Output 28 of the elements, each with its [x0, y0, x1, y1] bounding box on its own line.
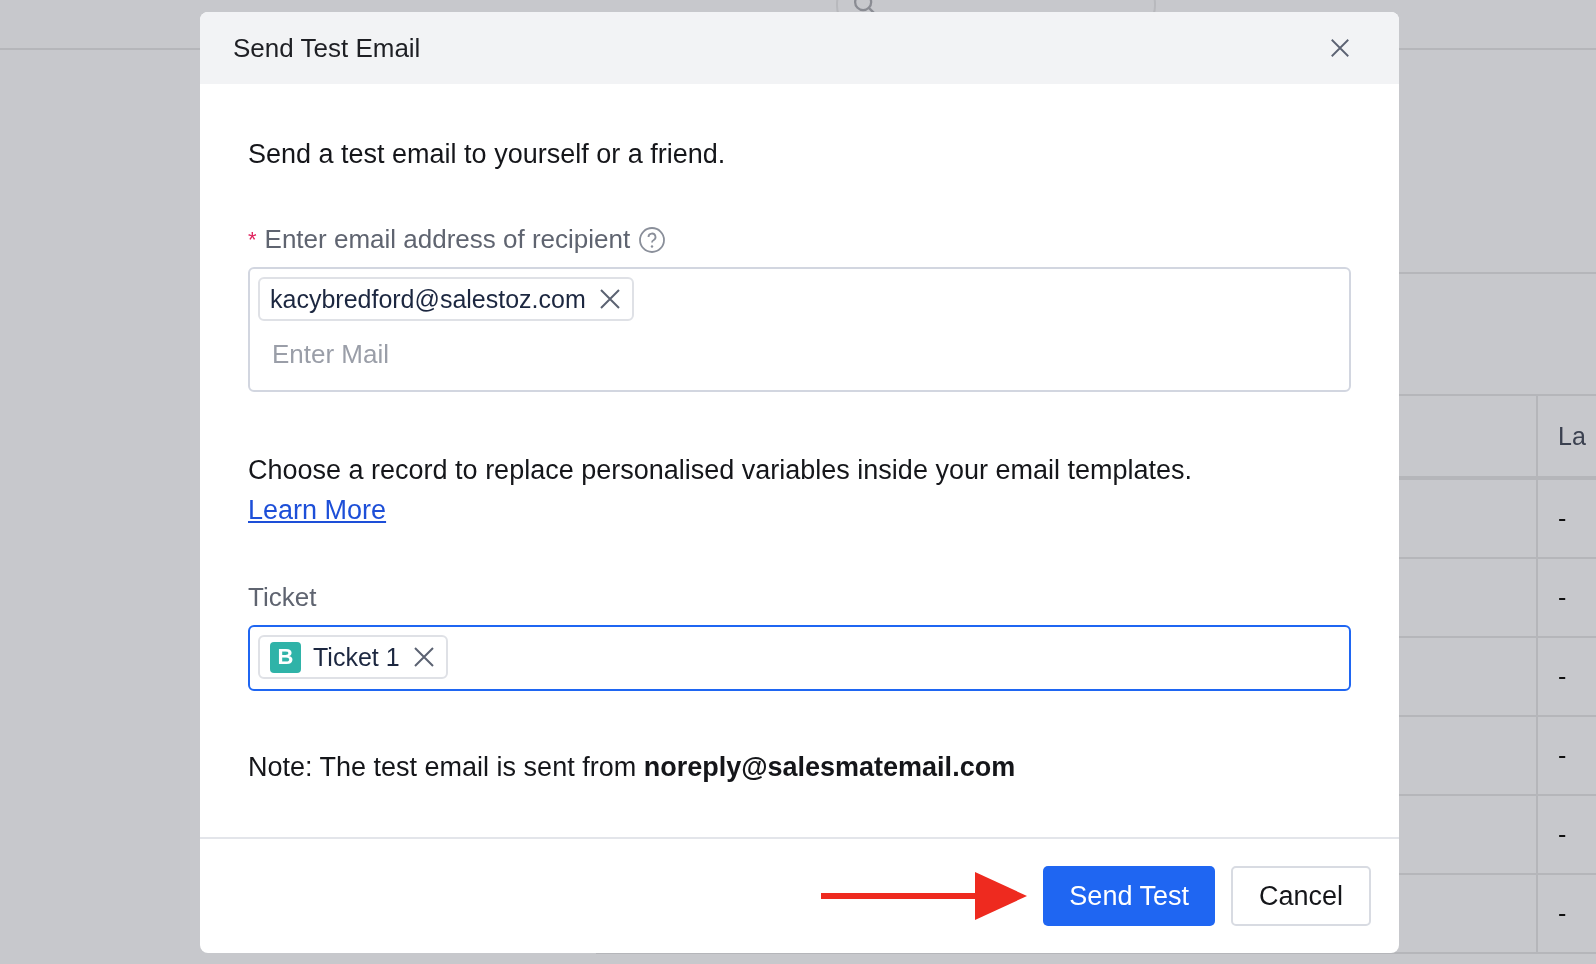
record-hint: Choose a record to replace personalised variables inside your email templates. [248, 454, 1193, 487]
close-icon [411, 645, 436, 669]
remove-chip-button[interactable] [597, 287, 622, 311]
chip-label: Ticket 1 [313, 642, 400, 672]
send-button[interactable]: Send Test [1043, 866, 1215, 926]
column-header: La [1536, 396, 1596, 476]
table-cell: - [1536, 875, 1596, 952]
email-field[interactable]: kacybredford@salestoz.com Enter Mail [248, 267, 1351, 392]
table-cell: - [1536, 559, 1596, 636]
field-label: Ticket [248, 582, 317, 613]
table-cell: - [1536, 717, 1596, 794]
dialog-title: Send Test Email [233, 32, 421, 64]
remove-chip-button[interactable] [411, 645, 436, 669]
close-icon [597, 287, 622, 311]
required-mark: * [248, 226, 257, 253]
field-label: Enter email address of recipient [264, 224, 631, 255]
dialog-description: Send a test email to yourself or a friend. [248, 138, 727, 171]
help-icon [638, 225, 667, 254]
table-cell: - [1536, 480, 1596, 557]
cancel-button[interactable]: Cancel [1230, 866, 1371, 926]
learn-more-link[interactable]: Learn More [248, 490, 387, 530]
record-badge: B [270, 641, 301, 673]
ticket-field[interactable]: B Ticket 1 [248, 625, 1351, 691]
sender-note: Note: The test email is sent from noreply@salesmatemail.com [248, 751, 1017, 784]
table-cell: - [1536, 638, 1596, 715]
chip-label: kacybredford@salestoz.com [270, 284, 586, 314]
close-icon [1329, 37, 1351, 59]
table-cell: - [1536, 796, 1596, 873]
